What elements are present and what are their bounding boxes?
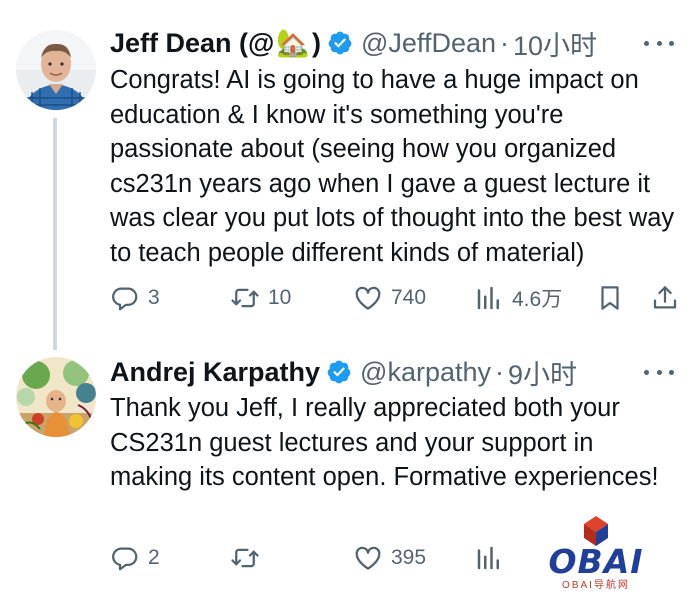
reply-button[interactable]: 2 xyxy=(110,538,160,578)
views-button[interactable]: 4.6万 xyxy=(474,278,562,318)
retweet-icon xyxy=(231,288,259,308)
tweet-jeff-dean: Jeff Dean (@ 🏡 ) @JeffDean · 10小时 Congra… xyxy=(0,0,700,340)
avatar-andrej-karpathy[interactable] xyxy=(16,357,96,437)
avatar-jeff-dean[interactable] xyxy=(16,30,96,110)
like-icon xyxy=(355,286,381,310)
like-button[interactable]: 740 xyxy=(353,278,426,318)
watermark-subtext: OBAI导航网 xyxy=(562,580,630,591)
views-icon xyxy=(477,546,499,570)
reply-icon xyxy=(112,287,138,311)
reply-count: 3 xyxy=(148,286,160,309)
separator-dot: · xyxy=(500,27,509,58)
retweet-icon xyxy=(231,548,259,568)
share-button[interactable] xyxy=(650,278,680,318)
reply-icon xyxy=(112,547,138,571)
like-count: 740 xyxy=(391,286,427,309)
verified-badge-icon[interactable] xyxy=(326,359,352,385)
author-name[interactable]: Jeff Dean (@ xyxy=(110,28,274,59)
like-count: 395 xyxy=(391,546,427,569)
share-icon xyxy=(653,286,677,309)
views-icon xyxy=(477,286,499,310)
verified-badge-icon[interactable] xyxy=(327,30,353,56)
tweet-text: Congrats! AI is going to have a huge imp… xyxy=(110,66,675,267)
tweet-actions: 3 10 740 4.6万 xyxy=(110,278,684,318)
author-name-suffix[interactable]: ) xyxy=(312,28,321,59)
retweet-count: 10 xyxy=(268,286,292,309)
retweet-button[interactable]: 10 xyxy=(230,278,291,318)
reply-count: 2 xyxy=(148,546,160,569)
author-name[interactable]: Andrej Karpathy xyxy=(110,357,320,388)
author-handle[interactable]: @karpathy xyxy=(360,357,491,388)
retweet-button[interactable] xyxy=(230,538,260,578)
watermark-logo: OBAI OBAI导航网 xyxy=(546,512,646,592)
more-icon[interactable] xyxy=(644,40,674,46)
more-icon[interactable] xyxy=(644,369,674,375)
tweet-text: Thank you Jeff, I really appreciated bot… xyxy=(110,394,659,491)
tweet-header: Jeff Dean (@ 🏡 ) @JeffDean · 10小时 xyxy=(110,23,690,63)
avatar-image xyxy=(16,30,96,110)
separator-dot: · xyxy=(495,356,505,387)
author-name-emoji: 🏡 xyxy=(276,28,310,58)
reply-button[interactable]: 3 xyxy=(110,278,160,318)
like-button[interactable]: 395 xyxy=(353,538,426,578)
avatar-image xyxy=(16,357,96,437)
like-icon xyxy=(355,546,381,570)
bookmark-button[interactable] xyxy=(595,278,625,318)
tweet-header: Andrej Karpathy @karpathy · 9小时 xyxy=(110,352,690,392)
author-handle[interactable]: @JeffDean xyxy=(361,28,496,59)
views-button[interactable] xyxy=(474,538,504,578)
bookmark-icon xyxy=(601,286,619,310)
views-count: 4.6万 xyxy=(512,288,563,311)
tweet-timestamp[interactable]: 9小时 xyxy=(508,353,577,392)
tweet-timestamp[interactable]: 10小时 xyxy=(513,24,597,63)
